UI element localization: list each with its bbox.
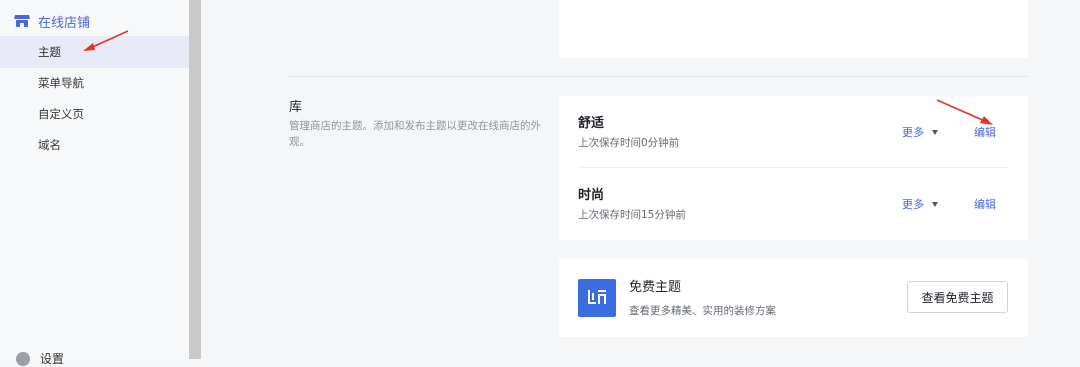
theme-row: 舒适 上次保存时间0分钟前 更多 编辑 — [559, 96, 1028, 168]
theme-name: 时尚 — [578, 188, 605, 203]
more-label: 更多 — [902, 198, 924, 211]
more-label: 更多 — [902, 126, 924, 139]
free-themes-description: 查看更多精美、实用的装修方案 — [629, 305, 776, 317]
sidebar: 在线店铺 主题 菜单导航 自定义页 域名 设置 — [0, 0, 189, 366]
theme-library-card: 舒适 上次保存时间0分钟前 更多 编辑 时尚 上次保存时间15分钟前 更多 编辑 — [559, 96, 1028, 240]
sidebar-item-label: 自定义页 — [38, 107, 84, 121]
sidebar-scrollbar[interactable] — [189, 0, 201, 359]
caret-down-icon — [932, 201, 938, 207]
more-dropdown[interactable]: 更多 — [902, 124, 938, 140]
sidebar-item-domain[interactable]: 域名 — [0, 129, 189, 161]
caret-down-icon — [932, 129, 938, 135]
free-themes-card: 免费主题 查看更多精美、实用的装修方案 查看免费主题 — [559, 259, 1028, 337]
theme-saved-time: 上次保存时间15分钟前 — [578, 209, 686, 221]
theme-saved-time: 上次保存时间0分钟前 — [578, 137, 680, 149]
more-dropdown[interactable]: 更多 — [902, 196, 938, 212]
sidebar-item-label: 域名 — [38, 138, 61, 152]
edit-link[interactable]: 编辑 — [974, 196, 996, 212]
edit-link[interactable]: 编辑 — [974, 124, 996, 140]
sidebar-item-label: 菜单导航 — [38, 76, 84, 90]
layout-icon — [578, 279, 616, 317]
store-icon — [14, 14, 30, 28]
free-themes-title: 免费主题 — [629, 280, 682, 295]
view-free-themes-button[interactable]: 查看免费主题 — [907, 281, 1008, 313]
sidebar-item-custom-pages[interactable]: 自定义页 — [0, 98, 189, 130]
top-card — [559, 0, 1028, 58]
main-content: 库 管理商店的主题。添加和发布主题以更改在线商店的外观。 舒适 上次保存时间0分… — [201, 0, 1080, 359]
sidebar-item-menu-navigation[interactable]: 菜单导航 — [0, 67, 189, 99]
library-description: 管理商店的主题。添加和发布主题以更改在线商店的外观。 — [289, 120, 541, 148]
sidebar-item-theme[interactable]: 主题 — [0, 36, 189, 68]
store-label: 在线店铺 — [38, 15, 91, 31]
theme-name: 舒适 — [578, 116, 605, 131]
theme-row: 时尚 上次保存时间15分钟前 更多 编辑 — [559, 168, 1028, 240]
section-divider — [289, 76, 1028, 77]
library-title: 库 — [289, 100, 303, 115]
sidebar-item-label: 主题 — [38, 45, 61, 59]
sidebar-section-online-store[interactable]: 在线店铺 — [14, 10, 90, 32]
